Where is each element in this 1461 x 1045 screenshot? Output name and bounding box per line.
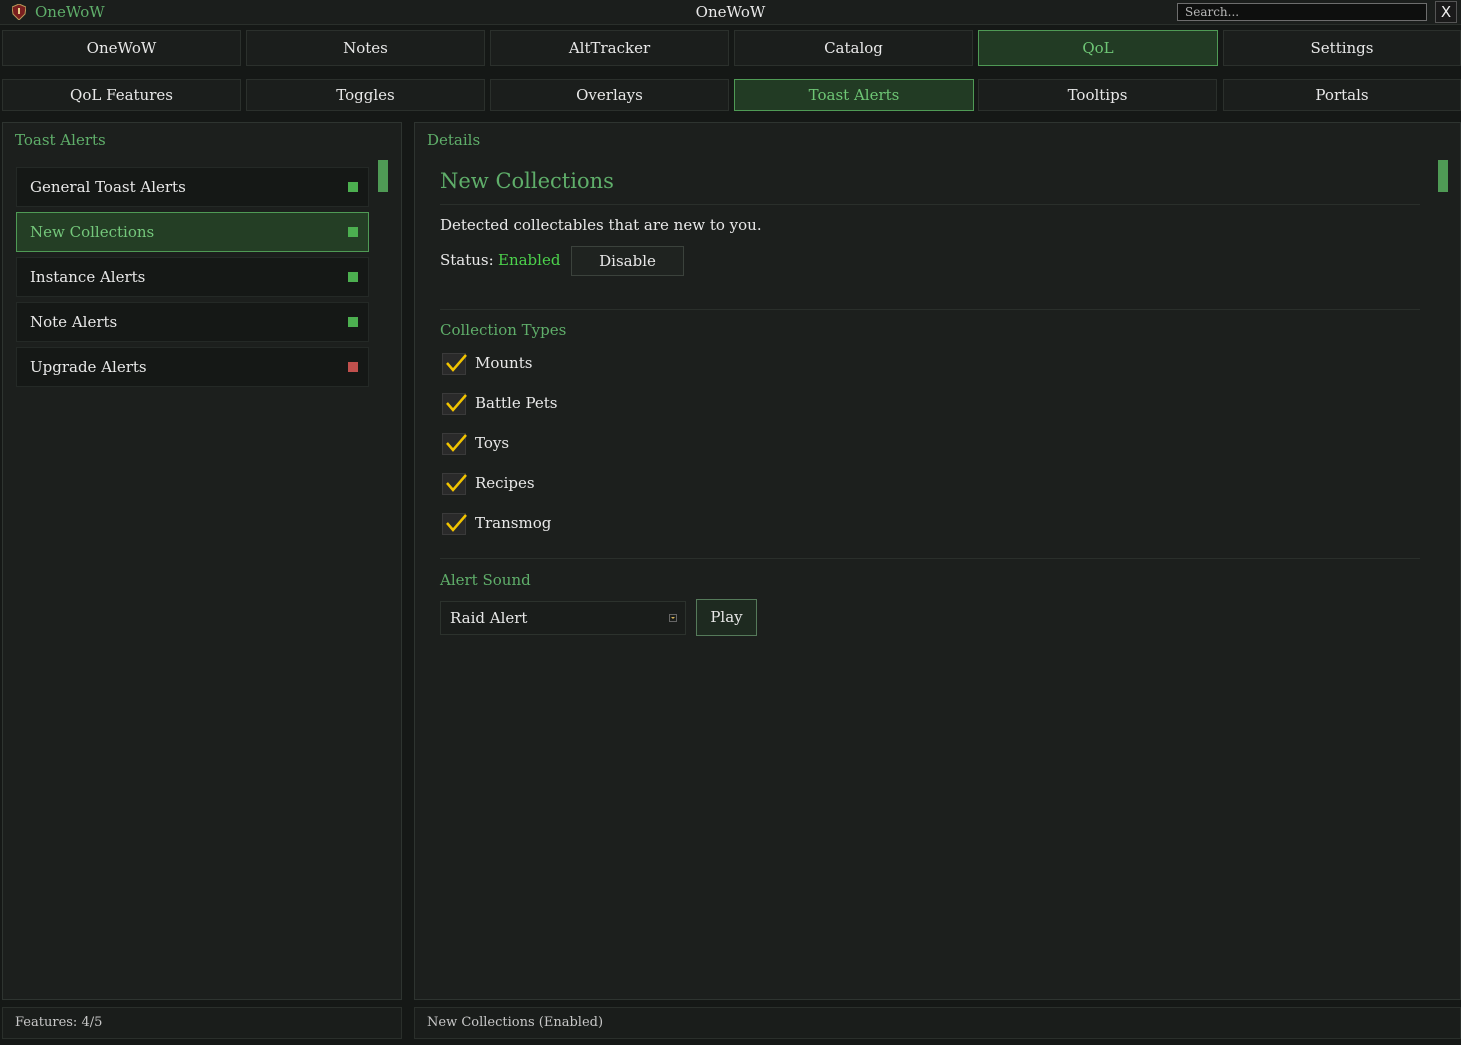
list-item-label: Note Alerts — [30, 313, 118, 331]
subtab-overlays[interactable]: Overlays — [490, 79, 729, 111]
status-indicator — [348, 227, 358, 237]
checkmark-icon — [446, 474, 467, 492]
alert-sound-title: Alert Sound — [440, 571, 531, 589]
details-scrollbar[interactable] — [1438, 160, 1448, 192]
details-footer: New Collections (Enabled) — [414, 1007, 1461, 1039]
divider — [440, 204, 1420, 205]
feature-list-title: Toast Alerts — [15, 131, 106, 149]
checkbox-label: Toys — [475, 434, 510, 452]
disable-button[interactable]: Disable — [571, 246, 684, 276]
checkmark-icon — [446, 394, 467, 412]
checkbox-label: Recipes — [475, 474, 535, 492]
checkmark-icon — [446, 434, 467, 452]
tab-alttracker[interactable]: AltTracker — [490, 30, 729, 66]
checkbox[interactable] — [442, 513, 467, 535]
list-item-upgrade-alerts[interactable]: Upgrade Alerts — [16, 347, 369, 387]
subtab-portals[interactable]: Portals — [1223, 79, 1461, 111]
feature-count-footer: Features: 4/5 — [2, 1007, 402, 1039]
tab-onewow[interactable]: OneWoW — [2, 30, 241, 66]
tab-settings[interactable]: Settings — [1223, 30, 1461, 66]
tab-qol[interactable]: QoL — [978, 30, 1218, 66]
status-indicator — [348, 317, 358, 327]
feature-list-scrollbar[interactable] — [378, 160, 388, 192]
alert-sound-dropdown[interactable]: Raid Alert — [440, 601, 686, 635]
status-indicator — [348, 362, 358, 372]
subtab-qol-features[interactable]: QoL Features — [2, 79, 241, 111]
play-sound-button[interactable]: Play — [696, 599, 757, 636]
app-name: OneWoW — [35, 3, 105, 21]
divider — [440, 309, 1420, 310]
subtab-toast-alerts[interactable]: Toast Alerts — [734, 79, 974, 111]
shield-logo-icon — [12, 4, 26, 20]
search-input[interactable]: Search... — [1177, 3, 1427, 21]
status-indicator — [348, 182, 358, 192]
feature-description: Detected collectables that are new to yo… — [440, 216, 762, 234]
checkbox-label: Battle Pets — [475, 394, 558, 412]
list-item-new-collections[interactable]: New Collections — [16, 212, 369, 252]
tab-notes[interactable]: Notes — [246, 30, 485, 66]
checkbox[interactable] — [442, 433, 467, 455]
checkbox-label: Transmog — [475, 514, 552, 532]
subtab-toggles[interactable]: Toggles — [246, 79, 485, 111]
list-item-general-toast-alerts[interactable]: General Toast Alerts — [16, 167, 369, 207]
checkbox[interactable] — [442, 353, 467, 375]
list-item-label: General Toast Alerts — [30, 178, 186, 196]
chevron-down-icon — [669, 614, 677, 622]
checkbox[interactable] — [442, 473, 467, 495]
close-button[interactable]: X — [1435, 1, 1457, 23]
status-label: Status: — [440, 251, 494, 269]
details-panel-title: Details — [427, 131, 481, 149]
title-bar: OneWoW OneWoW Search... X — [0, 0, 1461, 25]
list-item-label: Upgrade Alerts — [30, 358, 147, 376]
checkmark-icon — [446, 514, 467, 532]
subtab-tooltips[interactable]: Tooltips — [978, 79, 1217, 111]
checkmark-icon — [446, 354, 467, 372]
list-item-label: Instance Alerts — [30, 268, 146, 286]
checkbox-label: Mounts — [475, 354, 533, 372]
checkbox[interactable] — [442, 393, 467, 415]
list-item-instance-alerts[interactable]: Instance Alerts — [16, 257, 369, 297]
status-indicator — [348, 272, 358, 282]
divider — [440, 558, 1420, 559]
list-item-note-alerts[interactable]: Note Alerts — [16, 302, 369, 342]
list-item-label: New Collections — [30, 223, 155, 241]
collection-types-title: Collection Types — [440, 321, 567, 339]
feature-heading: New Collections — [440, 169, 614, 193]
tab-catalog[interactable]: Catalog — [734, 30, 973, 66]
status-value: Enabled — [498, 251, 561, 269]
feature-list-panel — [2, 122, 402, 1000]
dropdown-value: Raid Alert — [450, 609, 528, 627]
